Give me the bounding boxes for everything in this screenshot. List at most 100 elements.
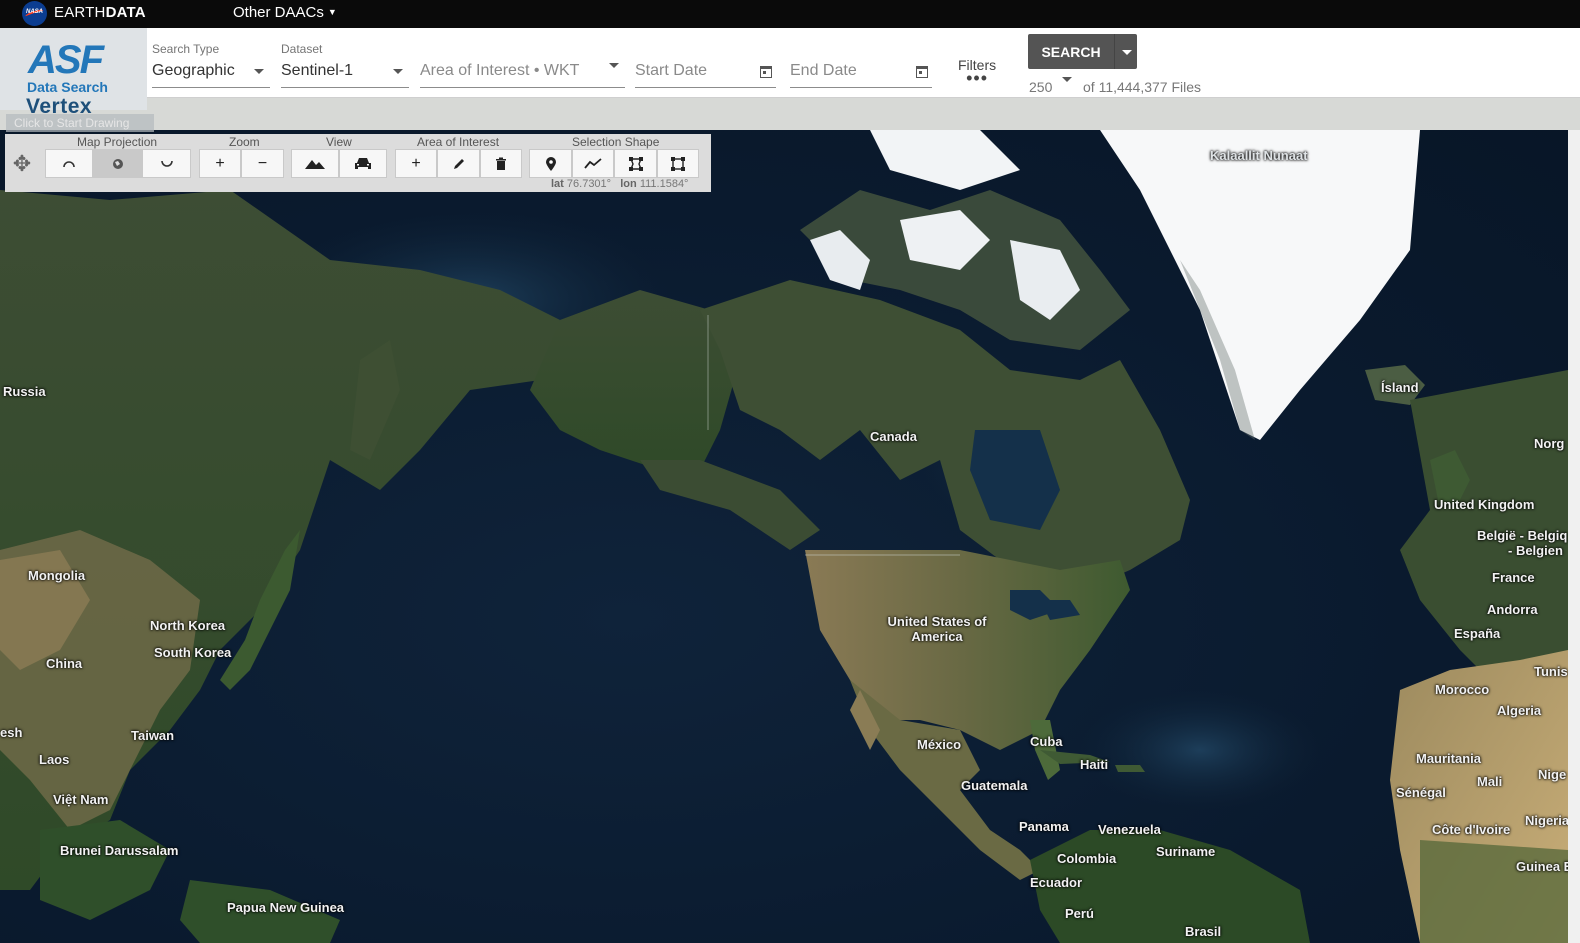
map-label-colombia: Colombia: [1057, 851, 1117, 866]
cursor-coordinates: lat 76.7301° lon 111.1584°: [551, 178, 688, 190]
map-label-taiwan: Taiwan: [131, 728, 175, 743]
map-label-mali: Mali: [1477, 774, 1503, 789]
page-scrollbar[interactable]: [1568, 130, 1580, 943]
point-shape-button[interactable]: [529, 149, 572, 178]
map-label-panama: Panama: [1019, 819, 1069, 834]
map-label-canada: Canada: [870, 429, 917, 444]
zoom-in-button[interactable]: +: [199, 149, 241, 178]
earthdata-brand[interactable]: EARTHDATA: [54, 4, 146, 21]
calendar-icon[interactable]: [760, 66, 772, 78]
mountain-icon: [305, 159, 325, 169]
dataset-value: Sentinel-1: [281, 62, 354, 79]
lat-label: lat: [551, 178, 564, 190]
dropdown-arrow-icon[interactable]: [1062, 77, 1072, 82]
street-view-button[interactable]: [339, 149, 387, 178]
antarctic-arc-icon: [160, 160, 173, 167]
aoi-add-button[interactable]: +: [395, 149, 437, 178]
antarctic-projection-button[interactable]: [142, 149, 191, 178]
map-pin-icon: [545, 156, 556, 171]
max-results-select[interactable]: 250: [1029, 79, 1052, 95]
map-label-cote-divoire: Côte d'Ivoire: [1432, 822, 1511, 837]
dropdown-arrow-icon: [254, 69, 264, 74]
map-label-algeria: Algeria: [1497, 703, 1542, 718]
map-label-france: France: [1492, 570, 1535, 585]
map-label-guatemala: Guatemala: [961, 778, 1028, 793]
filters-button[interactable]: Filters •••: [958, 57, 996, 88]
terrain-view-button[interactable]: [291, 149, 339, 178]
start-date-placeholder: Start Date: [635, 62, 708, 79]
box-shape-button[interactable]: [657, 149, 699, 178]
search-type-value: Geographic: [152, 62, 235, 79]
map-label-norway: Norg: [1534, 436, 1565, 451]
aoi-draw-button[interactable]: [437, 149, 480, 178]
map-label-tunisia: Tunis: [1534, 664, 1568, 679]
map-label-iceland: Ísland: [1381, 380, 1419, 395]
map-label-mongolia: Mongolia: [28, 568, 86, 583]
other-daacs-menu[interactable]: Other DAACs ▼: [233, 4, 337, 21]
end-date-input[interactable]: End Date: [790, 40, 932, 88]
dropdown-arrow-icon[interactable]: [609, 63, 619, 68]
start-date-input[interactable]: Start Date: [635, 40, 776, 88]
area-of-interest-label: Area of Interest: [417, 135, 500, 149]
map-label-south-korea: South Korea: [154, 645, 232, 660]
map-label-venezuela: Venezuela: [1098, 822, 1161, 837]
line-shape-button[interactable]: [572, 149, 614, 178]
map-label-andorra: Andorra: [1487, 602, 1538, 617]
map-label-china: China: [46, 656, 83, 671]
map-label-greenland: Kalaallit Nunaat: [1210, 148, 1308, 163]
map-canvas[interactable]: Kalaallit Nunaat Russia Ísland Norg Cana…: [0, 130, 1568, 943]
earthdata-top-bar: NASA EARTHDATA Other DAACs ▼: [0, 0, 1580, 28]
map-label-papua-new-guinea: Papua New Guinea: [227, 900, 345, 915]
polygon-shape-button[interactable]: [614, 149, 657, 178]
map-label-usa: United States of America: [887, 614, 987, 644]
arctic-arc-icon: [63, 160, 75, 167]
equatorial-projection-button[interactable]: [93, 149, 142, 178]
map-label-spain: España: [1454, 626, 1501, 641]
map-label-belgium: België - Belgiq: [1477, 528, 1568, 543]
search-type-select[interactable]: Search Type Geographic: [152, 40, 270, 88]
more-dots-icon: •••: [966, 68, 989, 88]
map-label-brunei: Brunei Darussalam: [60, 843, 179, 858]
trash-icon: [496, 157, 506, 170]
map-label-morocco: Morocco: [1435, 682, 1490, 697]
map-label-mexico: México: [917, 737, 962, 752]
dropdown-arrow-icon: [393, 69, 403, 74]
selection-shape-label: Selection Shape: [572, 135, 660, 149]
map-label-nigeria: Nigeria: [1525, 813, 1568, 828]
draw-hint-tooltip: Click to Start Drawing: [6, 114, 154, 132]
other-daacs-label: Other DAACs: [233, 4, 324, 21]
search-button[interactable]: SEARCH: [1028, 34, 1114, 69]
map-label-united-kingdom: United Kingdom: [1434, 497, 1535, 512]
arctic-projection-button[interactable]: [45, 149, 93, 178]
map-projection-label: Map Projection: [77, 135, 158, 149]
nasa-logo-icon[interactable]: NASA: [22, 1, 47, 26]
end-date-placeholder: End Date: [790, 62, 857, 79]
map-header-strip: [0, 98, 1580, 130]
file-count: of 11,444,377 Files: [1083, 79, 1202, 95]
calendar-icon[interactable]: [916, 66, 928, 78]
zoom-label: Zoom: [229, 135, 260, 149]
map-label-north-korea: North Korea: [150, 618, 226, 633]
move-arrows-icon[interactable]: ✥: [5, 149, 39, 179]
view-label: View: [326, 135, 352, 149]
globe-icon: [112, 158, 123, 169]
polygon-icon: [628, 156, 643, 171]
dataset-select[interactable]: Dataset Sentinel-1: [281, 40, 409, 88]
lon-label: lon: [620, 178, 637, 190]
caret-down-icon: ▼: [327, 7, 337, 17]
aoi-clear-button[interactable]: [480, 149, 522, 178]
map-label-peru: Perú: [1065, 906, 1094, 921]
map-label-niger: Nige: [1538, 767, 1567, 782]
map-label-laos: Laos: [39, 752, 70, 767]
map-label-cuba: Cuba: [1030, 734, 1063, 749]
map-label-senegal: Sénégal: [1396, 785, 1446, 800]
map-label-ecuador: Ecuador: [1030, 875, 1083, 890]
map-label-bangladesh: esh: [0, 725, 23, 740]
dataset-label: Dataset: [281, 42, 323, 56]
map-label-equatorial-guinea: Guinea Ec: [1516, 859, 1568, 874]
aoi-wkt-input[interactable]: Area of Interest • WKT: [420, 40, 625, 88]
lat-value: 76.7301°: [566, 178, 612, 190]
search-options-dropdown[interactable]: [1114, 34, 1137, 69]
map-label-suriname: Suriname: [1156, 844, 1216, 859]
zoom-out-button[interactable]: −: [241, 149, 284, 178]
